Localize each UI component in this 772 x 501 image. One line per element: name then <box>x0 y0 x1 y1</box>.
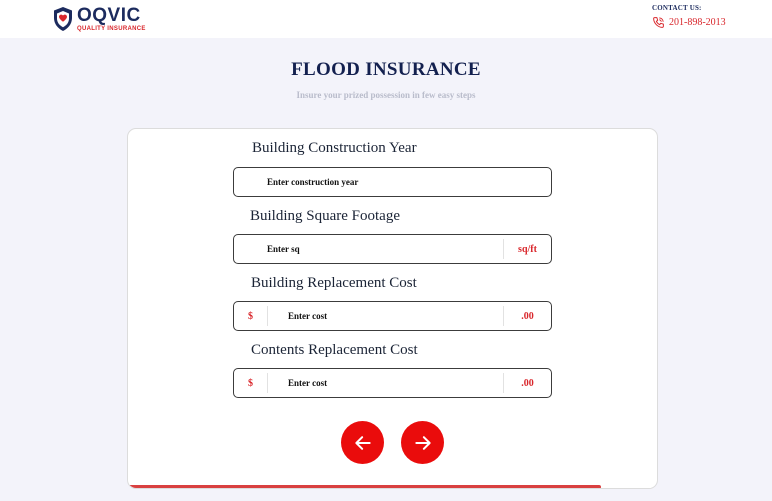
page-title: FLOOD INSURANCE <box>291 59 481 80</box>
contact-label: CONTACT US: <box>652 4 702 12</box>
arrow-right-icon <box>414 435 431 450</box>
square-footage-input[interactable] <box>267 235 497 263</box>
logo-tagline: QUALITY INSURANCE <box>77 26 146 32</box>
form-card: Building Construction Year Building Squa… <box>127 128 658 489</box>
construction-year-field <box>233 167 552 197</box>
logo-name: OQVIC <box>77 5 141 26</box>
contents-cost-cents: .00 <box>503 373 551 393</box>
logo[interactable]: OQVIC QUALITY INSURANCE <box>52 5 146 33</box>
contents-cost-currency: $ <box>234 373 268 393</box>
square-footage-field: sq/ft <box>233 234 552 264</box>
replacement-cost-cents: .00 <box>503 306 551 326</box>
back-button[interactable] <box>341 421 384 464</box>
contents-cost-input[interactable] <box>288 369 488 397</box>
arrow-left-icon <box>354 435 371 450</box>
contents-cost-field: $ .00 <box>233 368 552 398</box>
construction-year-input[interactable] <box>267 168 537 196</box>
site-header: OQVIC QUALITY INSURANCE CONTACT US: 201-… <box>0 0 772 38</box>
shield-logo-icon <box>54 7 72 31</box>
construction-year-label: Building Construction Year <box>252 140 417 156</box>
replacement-cost-currency: $ <box>234 306 268 326</box>
page-subtitle: Insure your prized possession in few eas… <box>296 90 476 100</box>
contents-cost-label: Contents Replacement Cost <box>251 342 418 358</box>
contact-info: CONTACT US: 201-898-2013 <box>652 4 726 29</box>
contact-phone[interactable]: 201-898-2013 <box>669 17 726 28</box>
progress-track <box>128 485 657 488</box>
replacement-cost-field: $ .00 <box>233 301 552 331</box>
square-footage-unit: sq/ft <box>503 239 551 259</box>
progress-bar <box>128 485 601 488</box>
square-footage-label: Building Square Footage <box>250 208 400 224</box>
next-button[interactable] <box>401 421 444 464</box>
replacement-cost-input[interactable] <box>288 302 488 330</box>
phone-icon <box>653 17 664 28</box>
replacement-cost-label: Building Replacement Cost <box>251 275 417 291</box>
